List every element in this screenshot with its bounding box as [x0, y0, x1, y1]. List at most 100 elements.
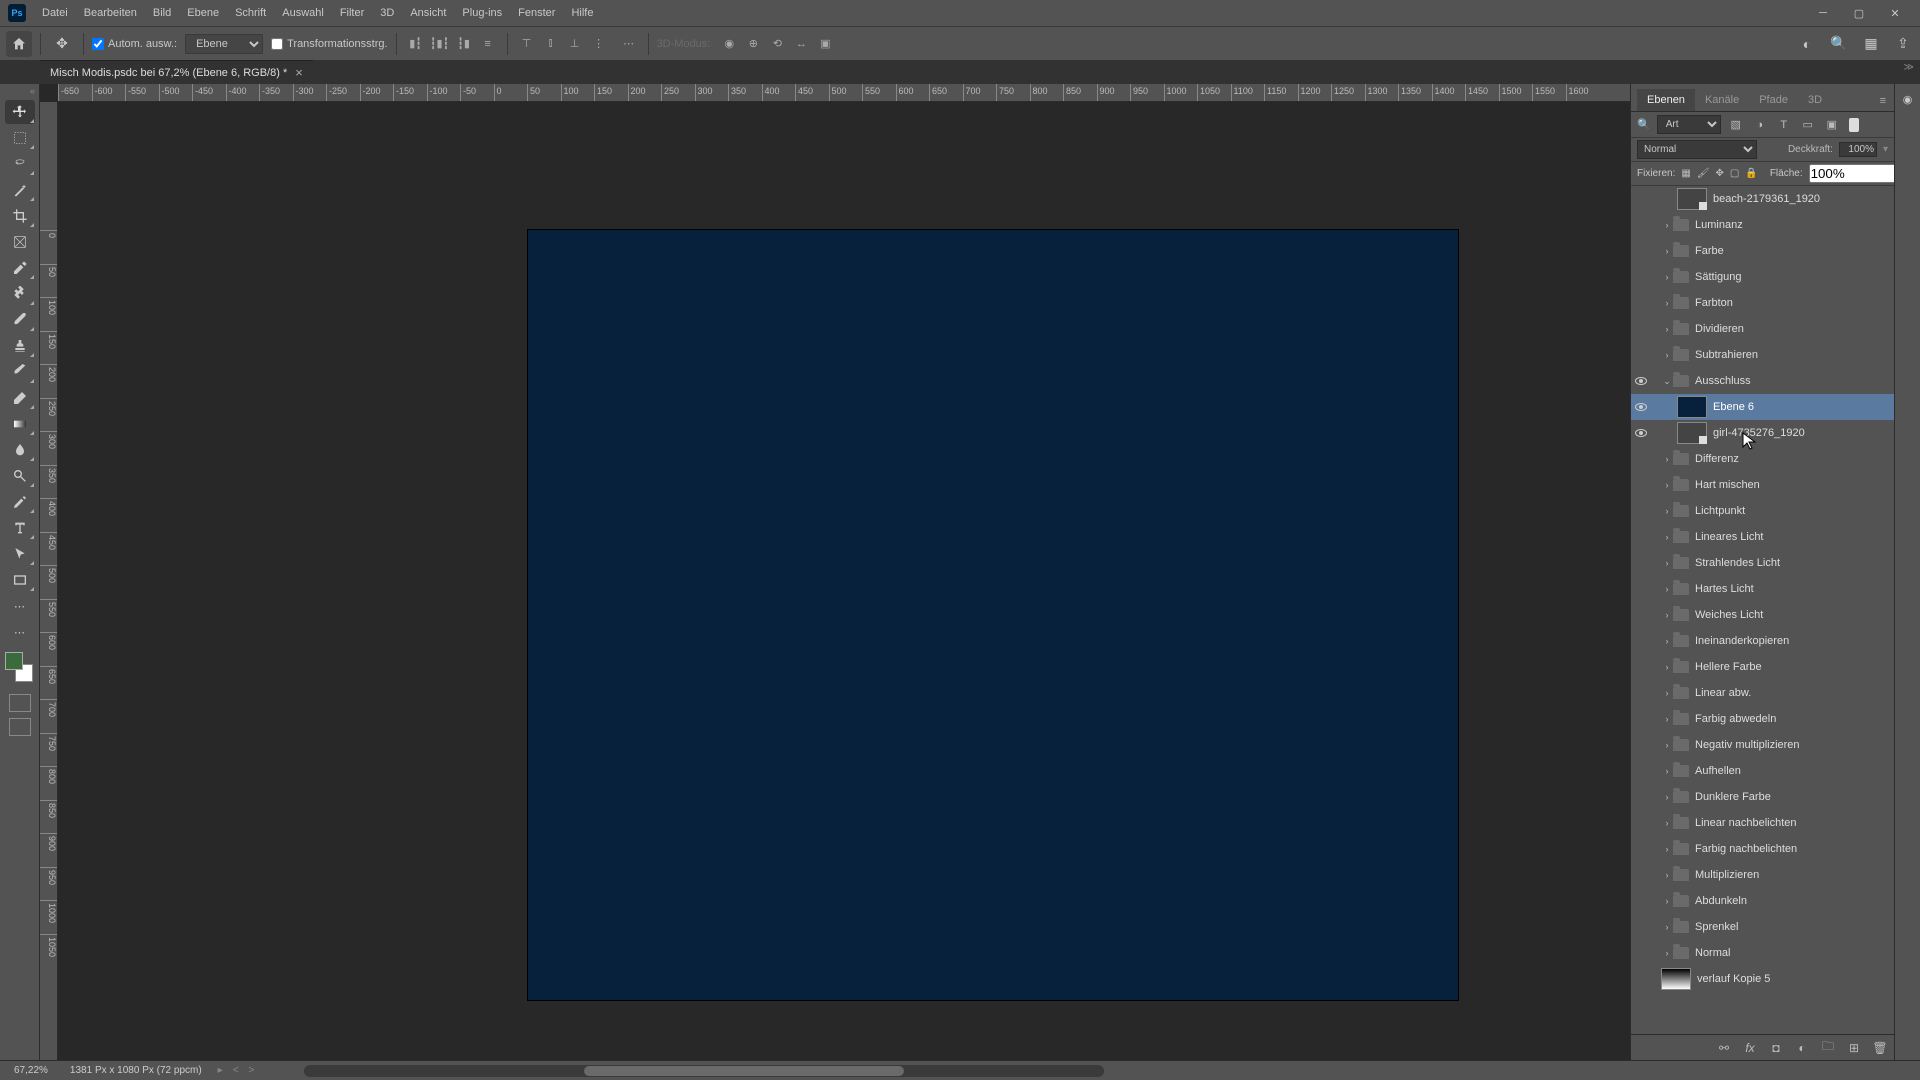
menu-schrift[interactable]: Schrift: [227, 3, 274, 23]
layer-name[interactable]: Dunklere Farbe: [1695, 791, 1890, 803]
show-transform-checkbox[interactable]: Transformationsstrg.: [271, 38, 387, 50]
lock-position-icon[interactable]: ✥: [1716, 166, 1724, 182]
layer-name[interactable]: beach-2179361_1920: [1713, 193, 1890, 205]
align-top-icon[interactable]: ⊤: [516, 33, 538, 55]
lock-transparency-icon[interactable]: ▦: [1681, 166, 1690, 182]
color-swatches[interactable]: [5, 652, 35, 682]
layer-row[interactable]: ›Dividieren: [1631, 316, 1894, 342]
layer-name[interactable]: girl-4735276_1920: [1713, 427, 1890, 439]
layer-name[interactable]: Farbe: [1695, 245, 1890, 257]
marquee-tool[interactable]: [5, 126, 35, 150]
menu-fenster[interactable]: Fenster: [510, 3, 563, 23]
layer-row[interactable]: ›Farbig nachbelichten: [1631, 836, 1894, 862]
menu-bild[interactable]: Bild: [145, 3, 179, 23]
tab-3d[interactable]: 3D: [1798, 89, 1832, 111]
foreground-color-swatch[interactable]: [5, 652, 23, 670]
tab-overflow-icon[interactable]: ≫: [1904, 62, 1914, 73]
layer-name[interactable]: Luminanz: [1695, 219, 1890, 231]
lock-all-icon[interactable]: 🔒: [1745, 166, 1757, 182]
layer-name[interactable]: Lichtpunkt: [1695, 505, 1890, 517]
search-icon[interactable]: 🔍: [1828, 33, 1850, 55]
quick-mask-icon[interactable]: [9, 694, 31, 712]
layer-name[interactable]: Linear abw.: [1695, 687, 1890, 699]
layer-name[interactable]: Farbig abwedeln: [1695, 713, 1890, 725]
cloud-docs-icon[interactable]: ◐: [1796, 33, 1818, 55]
layer-row[interactable]: ›Weiches Licht: [1631, 602, 1894, 628]
layer-row[interactable]: ›Hartes Licht: [1631, 576, 1894, 602]
panel-menu-icon[interactable]: ≡: [1872, 91, 1894, 111]
filter-type-select[interactable]: Art: [1657, 115, 1721, 134]
maximize-button[interactable]: ▢: [1842, 3, 1876, 23]
type-tool[interactable]: [5, 516, 35, 540]
magic-wand-tool[interactable]: [5, 178, 35, 202]
layer-name[interactable]: verlauf Kopie 5: [1697, 973, 1890, 985]
visibility-toggle[interactable]: [1631, 429, 1651, 437]
layer-name[interactable]: Lineares Licht: [1695, 531, 1890, 543]
toolbox-collapse-icon[interactable]: «: [0, 86, 39, 98]
document-info[interactable]: 1381 Px x 1080 Px (72 ppcm): [64, 1065, 208, 1076]
layer-list[interactable]: beach-2179361_1920›Luminanz›Farbe›Sättig…: [1631, 186, 1894, 1034]
more-options-icon[interactable]: ⋯: [618, 33, 640, 55]
layer-row[interactable]: ›Multiplizieren: [1631, 862, 1894, 888]
rectangle-tool[interactable]: [5, 568, 35, 592]
layer-row[interactable]: ›Sättigung: [1631, 264, 1894, 290]
path-select-tool[interactable]: [5, 542, 35, 566]
layer-name[interactable]: Weiches Licht: [1695, 609, 1890, 621]
filter-type-icon[interactable]: T: [1775, 117, 1793, 133]
layer-row[interactable]: ›Luminanz: [1631, 212, 1894, 238]
workspace-icon[interactable]: ▦: [1860, 33, 1882, 55]
color-panel-icon[interactable]: ◉: [1899, 90, 1917, 108]
menu-3d[interactable]: 3D: [372, 3, 402, 23]
layer-name[interactable]: Subtrahieren: [1695, 349, 1890, 361]
layer-thumbnail[interactable]: [1677, 188, 1707, 210]
dodge-tool[interactable]: [5, 464, 35, 488]
layer-name[interactable]: Farbton: [1695, 297, 1890, 309]
brush-tool[interactable]: [5, 308, 35, 332]
tab-pfade[interactable]: Pfade: [1749, 89, 1798, 111]
history-brush-tool[interactable]: [5, 360, 35, 384]
layer-row[interactable]: ›Abdunkeln: [1631, 888, 1894, 914]
menu-auswahl[interactable]: Auswahl: [274, 3, 332, 23]
crop-tool[interactable]: [5, 204, 35, 228]
close-button[interactable]: ✕: [1878, 3, 1912, 23]
filter-shape-icon[interactable]: ▭: [1799, 117, 1817, 133]
align-right-icon[interactable]: ┇▮: [453, 33, 475, 55]
layer-name[interactable]: Normal: [1695, 947, 1890, 959]
tab-kanäle[interactable]: Kanäle: [1695, 89, 1749, 111]
new-group-icon[interactable]: 🗀: [1820, 1040, 1836, 1056]
filter-smart-icon[interactable]: ▣: [1823, 117, 1841, 133]
zoom-level[interactable]: 67,22%: [8, 1065, 54, 1076]
new-layer-icon[interactable]: ⊞: [1846, 1040, 1862, 1056]
blend-mode-select[interactable]: Normal: [1637, 140, 1757, 159]
menu-ansicht[interactable]: Ansicht: [402, 3, 454, 23]
layer-name[interactable]: Ineinanderkopieren: [1695, 635, 1890, 647]
layer-name[interactable]: Negativ multiplizieren: [1695, 739, 1890, 751]
layer-name[interactable]: Ebene 6: [1713, 401, 1890, 413]
layer-row[interactable]: ›Hart mischen: [1631, 472, 1894, 498]
layer-name[interactable]: Aufhellen: [1695, 765, 1890, 777]
add-mask-icon[interactable]: ◘: [1768, 1040, 1784, 1056]
layer-name[interactable]: Hart mischen: [1695, 479, 1890, 491]
layer-name[interactable]: Differenz: [1695, 453, 1890, 465]
auto-select-checkbox[interactable]: Autom. ausw.:: [92, 38, 177, 50]
layer-row[interactable]: ›Differenz: [1631, 446, 1894, 472]
layer-row[interactable]: ›Dunklere Farbe: [1631, 784, 1894, 810]
layer-name[interactable]: Farbig nachbelichten: [1695, 843, 1890, 855]
layer-fx-icon[interactable]: fx: [1742, 1040, 1758, 1056]
screen-mode-icon[interactable]: [9, 718, 31, 736]
layer-row[interactable]: ›Normal: [1631, 940, 1894, 966]
layer-row[interactable]: ›Ineinanderkopieren: [1631, 628, 1894, 654]
filter-pixel-icon[interactable]: ▧: [1727, 117, 1745, 133]
close-tab-icon[interactable]: ×: [295, 65, 303, 80]
layer-row[interactable]: ›Linear nachbelichten: [1631, 810, 1894, 836]
layer-row[interactable]: ›Farbig abwedeln: [1631, 706, 1894, 732]
layer-name[interactable]: Sprenkel: [1695, 921, 1890, 933]
opacity-input[interactable]: [1839, 142, 1877, 157]
new-adjustment-icon[interactable]: ◐: [1794, 1040, 1810, 1056]
layer-row[interactable]: ›Negativ multiplizieren: [1631, 732, 1894, 758]
lasso-tool[interactable]: [5, 152, 35, 176]
layer-row[interactable]: ›Farbton: [1631, 290, 1894, 316]
pen-tool[interactable]: [5, 490, 35, 514]
home-button[interactable]: [6, 31, 32, 57]
layer-row[interactable]: ›Hellere Farbe: [1631, 654, 1894, 680]
